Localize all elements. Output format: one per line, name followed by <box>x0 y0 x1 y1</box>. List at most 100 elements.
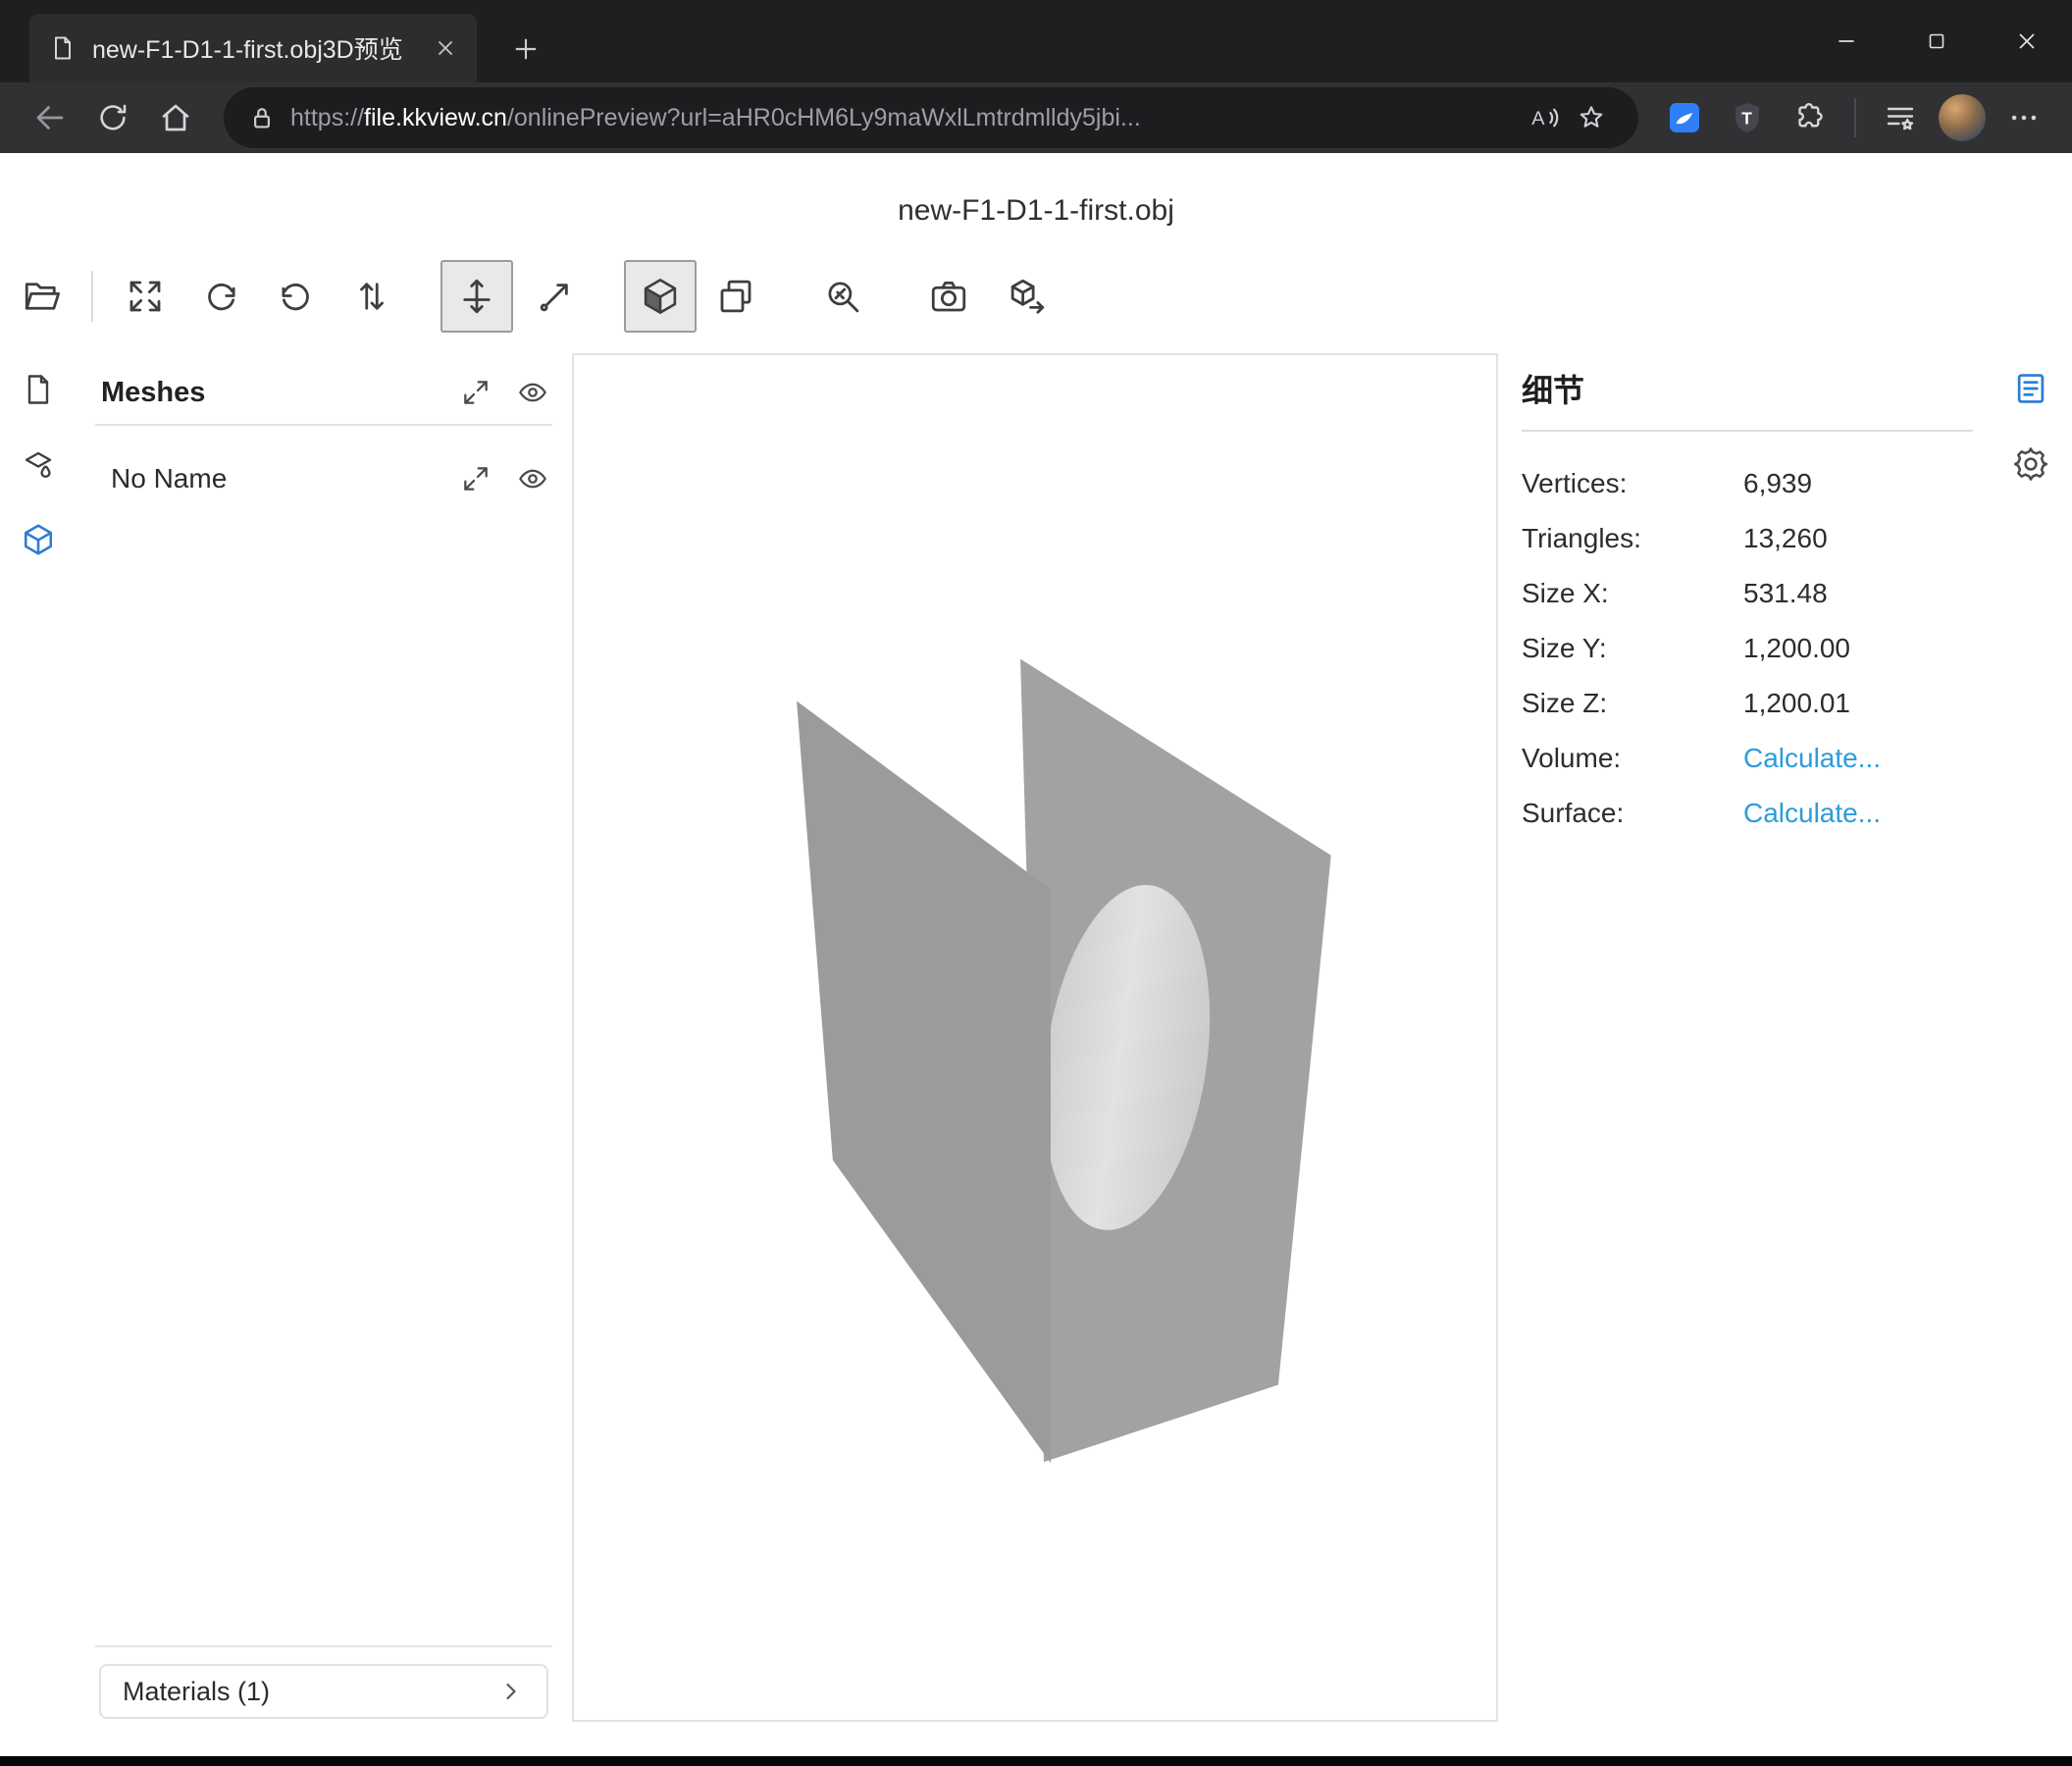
rotate-z-button[interactable] <box>260 260 333 333</box>
document-title: new-F1-D1-1-first.obj <box>0 194 2072 228</box>
favorites-hub-button[interactable] <box>1876 93 1925 142</box>
minimize-icon <box>1834 28 1859 54</box>
sidebar-tab-meshes[interactable] <box>15 516 62 563</box>
calculate-volume-link[interactable]: Calculate... <box>1743 743 1881 774</box>
maximize-button[interactable] <box>1891 0 1982 82</box>
export-model-icon <box>1007 276 1048 317</box>
detail-row-vertices: Vertices: 6,939 <box>1522 456 1973 511</box>
home-icon <box>158 100 193 135</box>
fit-all-meshes-button[interactable] <box>456 373 495 412</box>
open-file-button[interactable] <box>6 260 78 333</box>
detail-label: Surface: <box>1522 798 1743 829</box>
screenshot-button[interactable] <box>912 260 985 333</box>
details-panel-title: 细节 <box>1522 371 1973 410</box>
extensions-puzzle-button[interactable] <box>1786 93 1835 142</box>
favorites-list-icon <box>1883 100 1918 135</box>
detail-row-surface: Surface: Calculate... <box>1522 786 1973 841</box>
sidebar-tab-materials[interactable] <box>15 442 62 489</box>
move-axis-button[interactable] <box>440 260 513 333</box>
gear-icon <box>2012 445 2049 483</box>
star-icon <box>1576 102 1607 133</box>
new-tab-button[interactable] <box>498 22 553 77</box>
browser-menu-button[interactable] <box>1999 93 2048 142</box>
mesh-name: No Name <box>111 463 456 494</box>
lock-icon <box>247 103 277 132</box>
navigation-bar: https://file.kkview.cn/onlinePreview?url… <box>0 82 2072 153</box>
calculate-surface-link[interactable]: Calculate... <box>1743 798 1881 829</box>
materials-label: Materials (1) <box>123 1677 270 1707</box>
chevron-right-icon <box>497 1678 525 1705</box>
meshes-panel: Meshes No Name <box>95 367 552 506</box>
tab-close-icon[interactable] <box>434 36 457 60</box>
sidebar-tab-details[interactable] <box>2007 365 2054 412</box>
refresh-button[interactable] <box>86 88 139 147</box>
refresh-icon <box>96 101 130 134</box>
export-model-button[interactable] <box>991 260 1063 333</box>
detail-value: 531.48 <box>1743 578 1828 609</box>
close-button[interactable] <box>1982 0 2072 82</box>
flip-vertical-icon <box>351 276 392 317</box>
avatar-image <box>1939 94 1986 141</box>
shield-extension-button[interactable]: T <box>1723 93 1772 142</box>
model-plane-left <box>797 701 1051 1463</box>
detail-label: Size X: <box>1522 578 1743 609</box>
window-controls <box>1801 0 2072 82</box>
detail-row-size-z: Size Z: 1,200.01 <box>1522 676 1973 731</box>
mesh-list-item[interactable]: No Name <box>95 451 552 506</box>
fit-mesh-button[interactable] <box>456 459 495 498</box>
meshes-panel-title: Meshes <box>101 377 456 409</box>
extensions-area: T <box>1660 93 2048 142</box>
svg-text:T: T <box>1741 108 1752 128</box>
settings-button[interactable] <box>2007 441 2054 488</box>
back-arrow-icon <box>32 100 68 135</box>
tab-bar: new-F1-D1-1-first.obj3D预览 <box>0 0 2072 82</box>
measure-button[interactable] <box>806 260 879 333</box>
detail-value: 6,939 <box>1743 468 1812 499</box>
toolbar-separator <box>91 271 93 322</box>
camera-icon <box>928 276 969 317</box>
read-aloud-icon: A <box>1528 101 1561 134</box>
open-file-icon <box>22 276 63 317</box>
draw-line-button[interactable] <box>519 260 592 333</box>
read-aloud-button[interactable]: A <box>1521 94 1568 141</box>
back-button[interactable] <box>24 88 77 147</box>
detail-row-size-x: Size X: 531.48 <box>1522 566 1973 621</box>
svg-text:A: A <box>1531 108 1545 130</box>
minimize-button[interactable] <box>1801 0 1891 82</box>
file-info-icon <box>21 372 56 407</box>
address-bar[interactable]: https://file.kkview.cn/onlinePreview?url… <box>224 87 1638 148</box>
rotate-z-icon <box>276 276 317 317</box>
close-icon <box>2014 28 2040 54</box>
perspective-cube-button[interactable] <box>624 260 697 333</box>
detail-row-volume: Volume: Calculate... <box>1522 731 1973 786</box>
detail-value: 13,260 <box>1743 523 1828 554</box>
url-text: https://file.kkview.cn/onlinePreview?url… <box>290 104 1521 132</box>
home-button[interactable] <box>149 88 202 147</box>
detail-row-triangles: Triangles: 13,260 <box>1522 511 1973 566</box>
favorite-star-button[interactable] <box>1568 94 1615 141</box>
browser-tab[interactable]: new-F1-D1-1-first.obj3D预览 <box>29 14 477 82</box>
meshes-cube-icon <box>21 522 56 557</box>
materials-icon <box>21 447 56 483</box>
materials-divider <box>95 1645 552 1647</box>
flip-vertical-button[interactable] <box>336 260 408 333</box>
fit-view-button[interactable] <box>109 260 181 333</box>
browser-window: new-F1-D1-1-first.obj3D预览 <box>0 0 2072 1766</box>
detail-row-size-y: Size Y: 1,200.00 <box>1522 621 1973 676</box>
toggle-mesh-visibility-button[interactable] <box>513 459 552 498</box>
meshes-panel-divider <box>95 424 552 426</box>
detail-value: 1,200.01 <box>1743 688 1850 719</box>
detail-label: Volume: <box>1522 743 1743 774</box>
eye-icon <box>517 463 548 494</box>
profile-avatar[interactable] <box>1939 94 1986 141</box>
sidebar-tab-file-info[interactable] <box>15 366 62 413</box>
url-path: /onlinePreview?url=aHR0cHM6Ly9maWxlLmtrd… <box>507 104 1141 131</box>
copy-model-button[interactable] <box>699 260 772 333</box>
details-divider <box>1522 430 1973 432</box>
3d-viewport[interactable] <box>572 353 1498 1722</box>
toggle-all-visibility-button[interactable] <box>513 373 552 412</box>
bird-extension-button[interactable] <box>1660 93 1709 142</box>
materials-button[interactable]: Materials (1) <box>99 1664 548 1719</box>
page-content: new-F1-D1-1-first.obj <box>0 153 2072 1756</box>
rotate-y-button[interactable] <box>184 260 257 333</box>
